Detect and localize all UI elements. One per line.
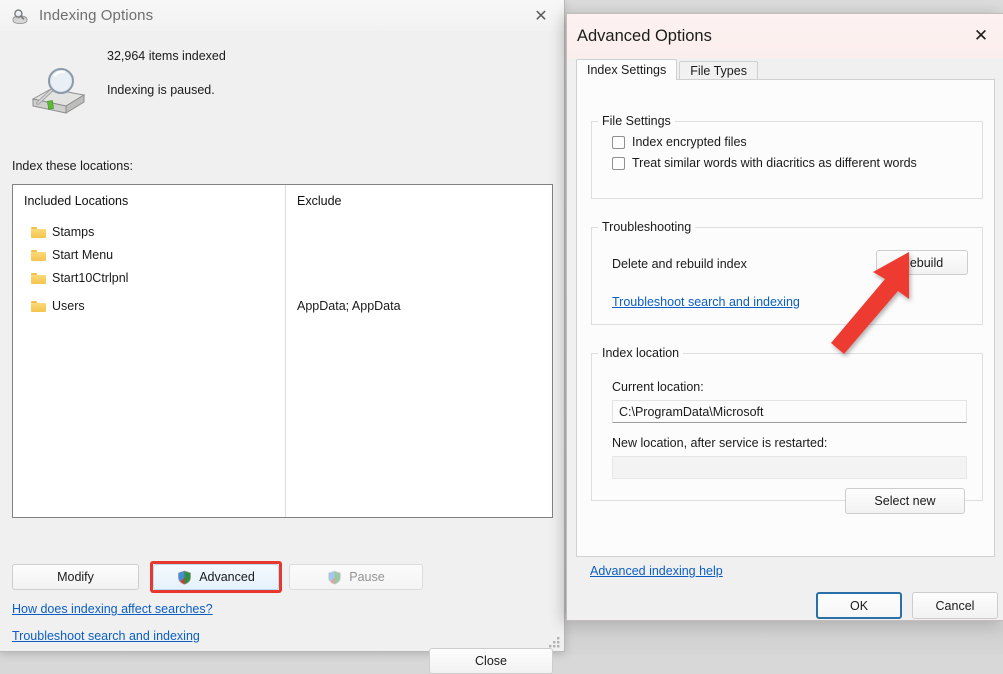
indexing-options-icon xyxy=(11,7,29,25)
new-location-field[interactable] xyxy=(612,456,967,479)
window-title: Indexing Options xyxy=(39,7,154,24)
how-indexing-affects-searches-link[interactable]: How does indexing affect searches? xyxy=(12,602,213,616)
list-item-label: Start10Ctrlpnl xyxy=(52,270,129,285)
folder-icon xyxy=(31,300,46,312)
checkbox-label: Treat similar words with diacritics as d… xyxy=(632,156,917,170)
list-item[interactable]: Users AppData; AppData xyxy=(13,295,552,316)
tabstrip: Index Settings File Types xyxy=(567,58,1003,80)
folder-icon xyxy=(31,272,46,284)
index-location-legend: Index location xyxy=(602,346,680,360)
close-icon[interactable]: ✕ xyxy=(959,14,1003,58)
shield-icon-disabled xyxy=(327,570,342,585)
list-item[interactable]: Stamps xyxy=(13,221,552,242)
location-name-cell: Stamps xyxy=(31,225,94,239)
shield-icon xyxy=(177,570,192,585)
troubleshooting-group: Troubleshooting Delete and rebuild index… xyxy=(591,220,983,325)
tab-file-types[interactable]: File Types xyxy=(679,61,758,80)
checkbox-label: Index encrypted files xyxy=(632,135,747,149)
pause-button: Pause xyxy=(289,564,423,590)
close-icon[interactable]: ✕ xyxy=(518,0,564,31)
rebuild-button[interactable]: Rebuild xyxy=(876,250,968,275)
index-location-group: Index location Current location: C:\Prog… xyxy=(591,346,983,514)
list-item-label: Start Menu xyxy=(52,247,114,262)
close-button[interactable]: Close xyxy=(429,648,553,674)
location-name-cell: Users xyxy=(31,299,85,313)
ok-button[interactable]: OK xyxy=(816,592,902,619)
list-item[interactable]: Start10Ctrlpnl xyxy=(13,267,552,288)
location-name-cell: Start Menu xyxy=(31,248,113,262)
indexing-state-text: Indexing is paused. xyxy=(107,83,215,97)
troubleshoot-search-indexing-link[interactable]: Troubleshoot search and indexing xyxy=(612,295,800,309)
file-settings-legend: File Settings xyxy=(602,114,671,128)
delete-rebuild-label: Delete and rebuild index xyxy=(612,257,747,271)
cancel-button[interactable]: Cancel xyxy=(912,592,998,619)
list-item-label: Users xyxy=(52,298,85,313)
current-location-label: Current location: xyxy=(612,380,704,394)
advanced-button-label: Advanced xyxy=(199,570,255,584)
location-name-cell: Start10Ctrlpnl xyxy=(31,271,128,285)
select-new-button[interactable]: Select new xyxy=(845,488,965,514)
folder-icon xyxy=(31,249,46,261)
troubleshoot-search-indexing-link[interactable]: Troubleshoot search and indexing xyxy=(12,629,200,643)
modify-button[interactable]: Modify xyxy=(12,564,139,590)
tab-index-settings[interactable]: Index Settings xyxy=(576,59,678,80)
pause-button-label: Pause xyxy=(349,570,385,584)
checkbox-index-encrypted-files[interactable] xyxy=(612,135,625,149)
checkbox-row-index-encrypted[interactable]: Index encrypted files xyxy=(612,135,982,149)
indexing-drive-icon xyxy=(20,61,94,123)
index-locations-label: Index these locations: xyxy=(12,159,133,173)
column-header-exclude: Exclude xyxy=(297,194,342,208)
advanced-options-titlebar: Advanced Options ✕ xyxy=(567,14,1003,58)
checkbox-row-diacritics[interactable]: Treat similar words with diacritics as d… xyxy=(612,156,982,170)
advanced-button[interactable]: Advanced xyxy=(153,564,279,590)
troubleshooting-legend: Troubleshooting xyxy=(602,220,692,234)
location-exclude-cell: AppData; AppData xyxy=(297,298,401,313)
checkbox-treat-diacritics[interactable] xyxy=(612,156,625,170)
indexing-options-body: 32,964 items indexed Indexing is paused.… xyxy=(0,31,564,674)
indexing-options-titlebar: Indexing Options ✕ xyxy=(0,0,564,31)
list-item-label: Stamps xyxy=(52,224,95,239)
advanced-options-window: Advanced Options ✕ Index Settings File T… xyxy=(566,13,1003,621)
index-settings-panel: File Settings Index encrypted files Trea… xyxy=(576,79,995,557)
included-locations-list[interactable]: Included Locations Exclude Stamps Start … xyxy=(12,184,553,518)
current-location-field: C:\ProgramData\Microsoft xyxy=(612,400,967,423)
file-settings-group: File Settings Index encrypted files Trea… xyxy=(591,114,983,199)
column-header-included: Included Locations xyxy=(24,194,129,208)
resize-grip[interactable] xyxy=(548,636,561,649)
items-indexed-text: 32,964 items indexed xyxy=(107,49,226,63)
advanced-indexing-help-link[interactable]: Advanced indexing help xyxy=(590,564,723,578)
indexing-options-window: Indexing Options ✕ 32,964 items indexed … xyxy=(0,0,565,674)
new-location-label: New location, after service is restarted… xyxy=(612,436,828,450)
advanced-window-title: Advanced Options xyxy=(577,26,712,45)
list-item[interactable]: Start Menu xyxy=(13,244,552,265)
folder-icon xyxy=(31,226,46,238)
